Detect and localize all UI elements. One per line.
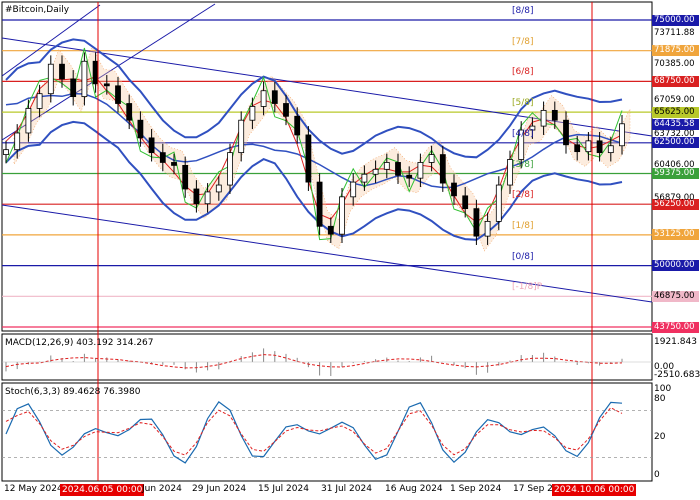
stoch-axis-20: 20 (654, 432, 666, 442)
murray-price-label: 68750.00 (652, 75, 699, 87)
candle-body (271, 90, 278, 104)
macd-axis-bottom: -2510.683 (654, 370, 700, 380)
candle-body (585, 140, 592, 153)
date-tick: 31 Jul 2024 (321, 484, 372, 494)
candle-body (3, 149, 9, 155)
candle-body (148, 137, 155, 154)
date-marker-right: 2024.10.06 00:00 (552, 484, 637, 496)
price-tick: 73711.88 (654, 28, 695, 38)
date-tick: Jun 2024 (142, 484, 182, 494)
candle-body (59, 63, 65, 80)
macd-axis-top: 1921.843 (654, 337, 697, 347)
candle-body (339, 196, 345, 235)
candle-body (327, 225, 334, 235)
candle-body (227, 152, 233, 186)
symbol-title: #Bitcoin,Daily (5, 5, 70, 15)
murray-level-label: [7/8] (512, 36, 534, 47)
murray-level-label: [8/8] (512, 6, 534, 16)
stoch-axis-0: 0 (654, 470, 660, 480)
candle-body (372, 168, 379, 175)
candle-body (204, 191, 211, 205)
candle-body (294, 115, 301, 136)
candle-body (462, 195, 469, 210)
candle-body (551, 109, 558, 121)
murray-price-label: 75000.00 (652, 14, 699, 26)
murray-price-label: 46875.00 (652, 290, 699, 302)
murray-price-label: 65625.00 (652, 106, 699, 118)
candle-body (619, 123, 625, 147)
candle-body (451, 182, 457, 197)
candle-body (417, 162, 424, 179)
candle-body (70, 78, 77, 98)
candle-body (182, 164, 189, 190)
murray-price-label: 71875.00 (652, 45, 699, 57)
candle-body (596, 140, 603, 154)
candle-body (47, 63, 54, 95)
candle-body (574, 144, 581, 153)
date-tick: 12 May 2024 (4, 484, 63, 494)
date-tick: 1 Sep 2024 (450, 484, 502, 494)
candle-body (238, 119, 245, 154)
macd-label: MACD(12,26,9) 403.192 314.267 (5, 338, 154, 348)
candle-body (115, 85, 121, 104)
candle-body (563, 119, 569, 146)
candle-body (171, 162, 177, 166)
candle-body (395, 162, 401, 176)
candle-body (361, 173, 368, 183)
murray-level-label: [3/8] (512, 159, 534, 170)
candle-body (484, 220, 491, 237)
candle-body (283, 103, 289, 117)
stoch-label: Stoch(6,3,3) 89.4628 76.3980 (5, 387, 141, 397)
murray-level-label: [5/8] (512, 98, 534, 109)
price-tick: 70385.00 (654, 59, 695, 69)
candle-body (14, 132, 21, 151)
price-chart[interactable] (0, 0, 700, 500)
candle-body (193, 188, 200, 205)
candle-body (350, 181, 357, 198)
candle-body (316, 181, 323, 227)
date-tick: 17 Sep 2 (513, 484, 553, 494)
current-price-label: 64435.58 (652, 119, 699, 130)
candle-body (36, 93, 43, 109)
price-tick: 60406.00 (654, 160, 695, 170)
candle-body (215, 184, 222, 193)
candle-body (81, 60, 88, 98)
murray-price-label: 50000.00 (652, 260, 699, 272)
candle-body (406, 174, 413, 179)
stoch-axis-80: 80 (654, 394, 666, 404)
candle-body (540, 109, 547, 127)
murray-price-label: 53125.00 (652, 229, 699, 241)
candle-body (103, 83, 110, 87)
candle-body (305, 134, 312, 183)
murray-level-label: [6/8] (512, 67, 534, 78)
date-marker-left: 2024.06.05 00:00 (60, 484, 145, 496)
candle-body (439, 154, 446, 184)
candle-body (383, 162, 390, 170)
date-tick: 16 Aug 2024 (385, 484, 443, 494)
candle-body (495, 184, 502, 222)
date-tick: 15 Jul 2024 (258, 484, 309, 494)
murray-level-label: [4/8] (512, 128, 534, 139)
candle-body (25, 108, 32, 134)
candle-body (92, 60, 99, 85)
candle-body (607, 145, 614, 154)
candle-body (126, 103, 133, 121)
murray-level-label: [1/8] (512, 220, 534, 231)
murray-level-label: [-1/8]P (512, 282, 543, 293)
candle-body (159, 152, 166, 163)
stoch-axis-100: 100 (654, 384, 672, 394)
candle-body (428, 154, 435, 163)
candle-body (473, 208, 480, 237)
price-tick: 63732.00 (654, 129, 695, 139)
date-tick: 29 Jun 2024 (192, 484, 247, 494)
candle-body (249, 106, 256, 121)
murray-price-label: 43750.00 (652, 321, 699, 333)
price-tick: 67059.00 (654, 95, 695, 105)
price-tick: 56879.00 (654, 193, 695, 203)
candle-body (137, 119, 144, 139)
murray-level-label: [2/8] (512, 190, 534, 201)
murray-level-label: [0/8] (512, 251, 534, 262)
candle-body (260, 90, 267, 107)
